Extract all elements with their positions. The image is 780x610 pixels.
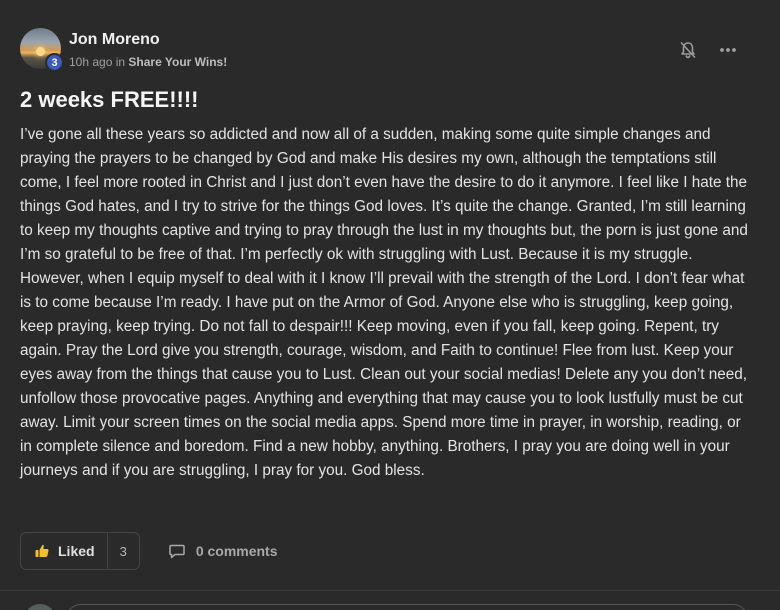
post-meta: Jon Moreno 10h ago in Share Your Wins! — [69, 30, 227, 69]
thumbs-up-icon — [34, 543, 50, 559]
author-name[interactable]: Jon Moreno — [69, 30, 227, 50]
comments-button[interactable]: 0 comments — [168, 542, 278, 560]
more-horizontal-icon[interactable] — [718, 40, 738, 60]
like-button[interactable]: Liked 3 — [20, 532, 140, 570]
author-avatar-wrap[interactable]: 3 — [20, 28, 64, 72]
bell-off-icon[interactable] — [678, 40, 698, 60]
group-link[interactable]: Share Your Wins! — [128, 55, 227, 69]
post-card: 3 Jon Moreno 10h ago in Share Your Wins!… — [0, 0, 780, 610]
post-in-word: in — [115, 55, 126, 69]
like-count[interactable]: 3 — [106, 533, 139, 569]
level-badge: 3 — [45, 53, 64, 72]
post-body: I’ve gone all these years so addicted an… — [20, 126, 748, 479]
post-header: 3 Jon Moreno 10h ago in Share Your Wins! — [20, 28, 227, 72]
post-subline: 10h ago in Share Your Wins! — [69, 55, 227, 69]
comment-icon — [168, 542, 186, 560]
divider — [0, 590, 780, 591]
post-actions: Liked 3 0 comments — [20, 532, 278, 570]
current-user-avatar — [24, 604, 56, 610]
comments-label: 0 comments — [195, 543, 278, 559]
post-title: 2 weeks FREE!!!! — [20, 87, 199, 112]
like-label: Liked — [58, 543, 95, 559]
comment-input[interactable] — [66, 604, 748, 610]
like-toggle[interactable]: Liked — [21, 533, 107, 569]
post-time: 10h ago — [69, 55, 113, 69]
